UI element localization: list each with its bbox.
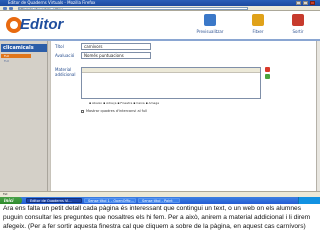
editor-logo: Editor: [6, 16, 76, 36]
material-label: Material addicional: [55, 67, 76, 77]
preview-label: Previsualitzar: [196, 29, 224, 34]
forward-icon[interactable]: [9, 7, 13, 10]
title-label: Títol: [55, 44, 64, 49]
preview-icon: [204, 14, 216, 26]
start-button[interactable]: Inici: [0, 197, 22, 204]
sidebar-heading: clicamicals: [1, 44, 47, 52]
file-button[interactable]: Fitxer: [236, 14, 280, 36]
task-paint[interactable]: Sense títol - Paint: [138, 198, 180, 203]
system-tray: [298, 197, 320, 204]
sidebar-item-full-active[interactable]: Full: [1, 54, 31, 58]
exit-button[interactable]: Sortir: [276, 14, 320, 36]
material-editor[interactable]: [81, 67, 261, 99]
sidebar-item-full[interactable]: Full: [1, 59, 41, 63]
delete-icon[interactable]: [265, 67, 270, 72]
exchange-boxes-option[interactable]: Mostrar quadres d'intercanvi al full: [81, 109, 147, 113]
task-openoffice[interactable]: Sense títol 1 - OpenOffic...: [84, 198, 136, 203]
preview-button[interactable]: Previsualitzar: [188, 14, 232, 36]
evaluation-label: Avaluació: [55, 53, 75, 58]
maximize-button[interactable]: [303, 1, 308, 5]
add-icon[interactable]: [265, 74, 270, 79]
editor-toolbar: [82, 68, 260, 73]
close-button[interactable]: [310, 1, 315, 5]
back-icon[interactable]: [3, 7, 7, 10]
exit-icon: [292, 14, 304, 26]
exchange-boxes-label: Mostrar quadres d'intercanvi al full: [86, 109, 148, 113]
exchange-boxes-checkbox[interactable]: [81, 109, 84, 113]
url-field[interactable]: http://clic.xtec.net/qv_editor/...: [18, 7, 248, 10]
task-editor[interactable]: Editor de Quaderns Vi...: [26, 198, 82, 203]
display-options[interactable]: ▪ Abaixo ▪ Adreça ▪ Finestra ▪ Caixa ▪ A…: [89, 101, 159, 105]
editor-header: Editor Previsualitzar Fitxer Sortir: [0, 11, 320, 41]
screenshot-window: Editor de Quaderns Virtuals - Mozilla Fi…: [0, 0, 320, 197]
sidebar: clicamicals Full Full: [0, 41, 48, 197]
taskbar: Inici Editor de Quaderns Vi... Sense tít…: [0, 197, 320, 204]
evaluation-select[interactable]: Només puntuacions: [81, 52, 151, 59]
logo-text: Editor: [20, 16, 64, 33]
folder-icon: [252, 14, 264, 26]
minimize-button[interactable]: [296, 1, 301, 5]
page-properties-panel: Títol carnívors Avaluació Només puntuaci…: [50, 41, 320, 197]
caption-text: Ara ens falta un petit detall cada pàgin…: [3, 205, 311, 230]
file-label: Fitxer: [252, 29, 264, 34]
title-field[interactable]: carnívors: [81, 43, 151, 50]
exit-label: Sortir: [292, 29, 304, 34]
page-scrollbar[interactable]: [316, 41, 320, 191]
